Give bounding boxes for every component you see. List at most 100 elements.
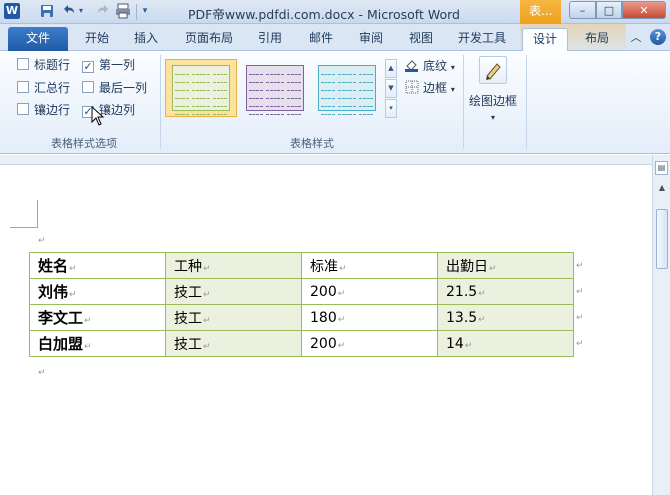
last-column-checkbox[interactable]: 最后一列	[82, 80, 147, 96]
style-preview-cell	[175, 85, 185, 91]
tab-design[interactable]: 设计	[522, 28, 568, 52]
style-preview-cell	[321, 77, 331, 83]
style-preview-cell	[217, 101, 227, 107]
tab-insert[interactable]: 插入	[124, 28, 168, 51]
document-table[interactable]: 姓名↵ 工种↵ 标准↵ 出勤日↵ 刘伟↵ 技工↵ 200↵ 21.5↵ 李文工↵ 技工↵ 180↵ 1…	[29, 252, 574, 357]
cell-end-mark: ↵	[203, 289, 211, 300]
style-preview-cell	[249, 69, 259, 75]
first-column-box[interactable]: ✓	[82, 61, 94, 73]
close-button[interactable]: ✕	[622, 1, 666, 19]
table-cell[interactable]: 刘伟↵	[29, 278, 166, 305]
banded-columns-checkbox[interactable]: ✓ 镶边列	[82, 102, 135, 118]
total-row-box[interactable]	[17, 81, 29, 93]
table-cell-text: 李文工	[38, 309, 84, 327]
table-style-purple[interactable]	[239, 59, 311, 117]
draw-borders-button[interactable]: 绘图边框 ▾	[467, 56, 519, 128]
style-preview-cell	[331, 77, 342, 83]
undo-dropdown-icon[interactable]: ▾	[76, 3, 86, 19]
shading-button[interactable]: 底纹 ▾	[404, 57, 455, 75]
word-app-icon[interactable]: W	[4, 3, 20, 19]
table-style-green[interactable]	[165, 59, 237, 117]
style-preview-cell	[321, 93, 331, 99]
group-separator	[526, 55, 527, 149]
vertical-scrollbar[interactable]: ▤ ▲	[652, 155, 670, 495]
gallery-scroll-up-icon[interactable]: ▲	[385, 59, 397, 78]
table-cell[interactable]: 14↵	[437, 330, 574, 357]
style-preview-cell	[175, 77, 185, 83]
cell-end-mark: ↵	[478, 288, 486, 299]
cell-end-mark: ↵	[337, 288, 346, 299]
table-cell[interactable]: 白加盟↵	[29, 330, 166, 357]
table-row: 姓名↵ 工种↵ 标准↵ 出勤日↵	[29, 252, 574, 279]
style-preview-cell	[249, 101, 259, 107]
tab-file[interactable]: 文件	[8, 27, 68, 51]
table-cell-text: 180	[310, 309, 337, 326]
table-cell-text: 14	[446, 335, 464, 352]
pen-icon	[479, 56, 507, 84]
style-preview-cell	[363, 101, 373, 107]
tab-references[interactable]: 引用	[248, 28, 292, 51]
table-styles-group-label: 表格样式	[290, 137, 334, 150]
gallery-more-icon[interactable]: ▾	[385, 99, 397, 118]
style-preview-cell	[280, 69, 291, 75]
table-cell[interactable]: 技工↵	[165, 278, 302, 305]
redo-icon[interactable]	[96, 3, 112, 19]
style-preview-cell	[196, 77, 206, 83]
draw-borders-dropdown-icon: ▾	[490, 113, 495, 122]
print-preview-icon[interactable]	[115, 3, 131, 19]
table-cell[interactable]: 技工↵	[165, 304, 302, 331]
save-icon-graphic	[41, 5, 53, 17]
tab-view[interactable]: 视图	[399, 28, 443, 51]
tab-mailings[interactable]: 邮件	[299, 28, 343, 51]
table-cell[interactable]: 技工↵	[165, 330, 302, 357]
table-cell[interactable]: 出勤日↵	[437, 252, 574, 279]
table-cell[interactable]: 21.5↵	[437, 278, 574, 305]
customize-quick-access-icon[interactable]: ▾	[140, 3, 150, 19]
table-cell[interactable]: 姓名↵	[29, 252, 166, 279]
tab-home[interactable]: 开始	[75, 28, 119, 51]
table-style-aqua[interactable]	[311, 59, 383, 117]
style-preview-cell	[352, 93, 363, 99]
table-cell-text: 21.5	[446, 283, 478, 300]
tab-layout[interactable]: 布局	[575, 28, 619, 51]
shading-label: 底纹	[423, 59, 448, 73]
table-cell[interactable]: 13.5↵	[437, 304, 574, 331]
cell-end-mark: ↵	[69, 264, 77, 274]
group-separator	[463, 55, 464, 149]
borders-button[interactable]: 边框 ▾	[404, 79, 455, 97]
table-styles-gallery	[165, 59, 383, 119]
help-icon[interactable]: ?	[650, 29, 666, 45]
first-column-checkbox[interactable]: ✓ 第一列	[82, 57, 135, 73]
last-column-box[interactable]	[82, 81, 94, 93]
scroll-up-icon[interactable]: ▲	[656, 181, 668, 195]
header-row-checkbox[interactable]: 标题行	[17, 57, 70, 73]
maximize-button[interactable]: □	[596, 1, 622, 19]
ruler-toggle-icon[interactable]: ▤	[655, 161, 668, 175]
style-preview-cell	[217, 109, 227, 115]
style-preview-cell	[206, 69, 217, 75]
table-cell[interactable]: 180↵	[301, 304, 438, 331]
table-cell[interactable]: 200↵	[301, 278, 438, 305]
table-cell[interactable]: 李文工↵	[29, 304, 166, 331]
table-cell[interactable]: 工种↵	[165, 252, 302, 279]
banded-rows-checkbox[interactable]: 镶边行	[17, 102, 70, 118]
gallery-scroll-down-icon[interactable]: ▼	[385, 79, 397, 98]
scroll-thumb[interactable]	[656, 209, 668, 269]
minimize-button[interactable]: –	[569, 1, 596, 19]
undo-icon[interactable]	[60, 3, 76, 19]
save-icon[interactable]	[39, 3, 55, 19]
tab-review[interactable]: 审阅	[349, 28, 393, 51]
header-row-box[interactable]	[17, 58, 29, 70]
last-column-label: 最后一列	[99, 81, 148, 95]
style-preview-cell	[175, 93, 185, 99]
table-cell-text: 技工	[174, 310, 202, 327]
cell-end-mark: ↵	[337, 340, 346, 351]
table-cell[interactable]: 200↵	[301, 330, 438, 357]
banded-rows-box[interactable]	[17, 103, 29, 115]
minimize-ribbon-icon[interactable]: ︿	[629, 31, 643, 45]
total-row-checkbox[interactable]: 汇总行	[17, 80, 70, 96]
table-cell[interactable]: 标准↵	[301, 252, 438, 279]
paragraph-mark: ↵	[38, 236, 46, 246]
tab-developer[interactable]: 开发工具	[449, 28, 515, 51]
tab-page-layout[interactable]: 页面布局	[176, 28, 242, 51]
